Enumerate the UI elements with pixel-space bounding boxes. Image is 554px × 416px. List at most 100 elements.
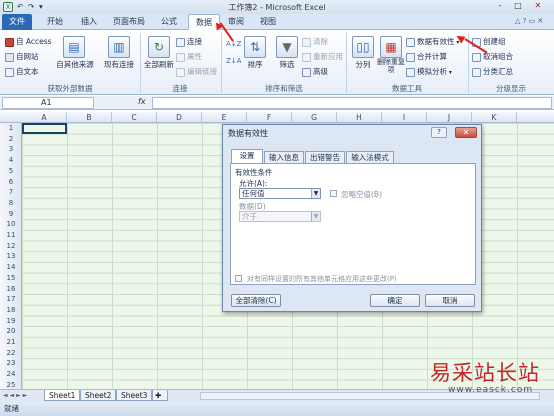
row-header-1[interactable]: 1	[0, 123, 22, 134]
refresh-all-button[interactable]: 全部刷新	[140, 60, 178, 69]
tab-home[interactable]: 开始	[40, 14, 70, 30]
row-header-11[interactable]: 11	[0, 230, 22, 241]
sheet-nav-icons[interactable]: ◄ ◄ ► ►	[3, 391, 27, 400]
sheet-tab-2[interactable]: Sheet2	[80, 390, 117, 401]
advanced-filter-button[interactable]: 高级	[302, 67, 328, 77]
consolidate-button[interactable]: 合并计算	[406, 52, 447, 62]
other-sources-button[interactable]: 自其他来源	[52, 60, 98, 69]
what-if-analysis-button[interactable]: 模拟分析 ▾	[406, 67, 452, 77]
row-header-16[interactable]: 16	[0, 284, 22, 295]
row-header-12[interactable]: 12	[0, 241, 22, 252]
text-file-icon	[5, 67, 14, 77]
column-header-k[interactable]: K	[472, 112, 517, 123]
row-header-20[interactable]: 20	[0, 326, 22, 337]
row-header-2[interactable]: 2	[0, 134, 22, 145]
edit-links-button[interactable]: 编辑链接	[176, 67, 217, 77]
ungroup-button[interactable]: 取消组合	[472, 52, 513, 62]
tab-insert[interactable]: 插入	[74, 14, 104, 30]
sort-icon: ⇅	[244, 36, 266, 58]
column-header-a[interactable]: A	[22, 112, 67, 123]
row-header-6[interactable]: 6	[0, 177, 22, 188]
text-to-columns-button[interactable]: 分列	[348, 60, 378, 69]
row-header-3[interactable]: 3	[0, 144, 22, 155]
watermark-url: www.easck.com	[448, 385, 534, 395]
row-header-17[interactable]: 17	[0, 294, 22, 305]
reapply-icon	[302, 52, 311, 62]
column-header-h[interactable]: H	[337, 112, 382, 123]
data-select[interactable]: 介于 ▼	[239, 211, 321, 222]
tab-settings[interactable]: 设置	[231, 149, 263, 164]
maximize-button[interactable]: □	[510, 0, 526, 12]
column-header-f[interactable]: F	[247, 112, 292, 123]
from-web-button[interactable]: 自网站	[5, 52, 39, 62]
access-icon	[5, 37, 14, 47]
formula-input[interactable]	[152, 97, 552, 109]
row-header-23[interactable]: 23	[0, 358, 22, 369]
active-cell[interactable]	[22, 123, 67, 134]
group-connections: 连接	[172, 84, 188, 93]
remove-duplicates-icon: ▦	[380, 36, 402, 58]
column-header-g[interactable]: G	[292, 112, 337, 123]
tab-view[interactable]: 视图	[254, 14, 282, 30]
reapply-button[interactable]: 重新应用	[302, 52, 343, 62]
ribbon-help-icons[interactable]: △ ? ▭ ✕	[515, 17, 549, 28]
clear-button[interactable]: 清除	[302, 37, 328, 47]
row-header-13[interactable]: 13	[0, 251, 22, 262]
remove-duplicates-button[interactable]: 删除重复项	[376, 58, 406, 74]
connections-button[interactable]: 连接	[176, 37, 202, 47]
row-header-7[interactable]: 7	[0, 187, 22, 198]
ok-button[interactable]: 确定	[370, 294, 420, 307]
existing-connections-button[interactable]: 现有连接	[100, 60, 138, 69]
row-header-9[interactable]: 9	[0, 209, 22, 220]
what-if-icon	[406, 67, 415, 77]
from-text-button[interactable]: 自文本	[5, 67, 39, 77]
column-header-e[interactable]: E	[202, 112, 247, 123]
column-header-d[interactable]: D	[157, 112, 202, 123]
filter-button[interactable]: 筛选	[272, 60, 302, 69]
name-box[interactable]: A1	[2, 97, 94, 109]
dialog-close-button[interactable]: ✕	[455, 127, 477, 138]
ignore-blank-checkbox[interactable]	[330, 190, 337, 197]
sheet-tab-3[interactable]: Sheet3	[116, 390, 153, 401]
help-button[interactable]: ?	[431, 127, 447, 138]
from-access-button[interactable]: 自 Access	[5, 37, 52, 47]
dialog-title: 数据有效性	[228, 129, 268, 138]
row-header-21[interactable]: 21	[0, 337, 22, 348]
row-header-10[interactable]: 10	[0, 219, 22, 230]
tab-formulas[interactable]: 公式	[154, 14, 184, 30]
sort-az-icon[interactable]: A↓Z	[226, 40, 241, 49]
row-header-8[interactable]: 8	[0, 198, 22, 209]
insert-sheet-icon[interactable]: ✚	[152, 390, 168, 401]
column-header-j[interactable]: J	[427, 112, 472, 123]
row-header-22[interactable]: 22	[0, 348, 22, 359]
row-header-14[interactable]: 14	[0, 262, 22, 273]
row-header-18[interactable]: 18	[0, 305, 22, 316]
sort-button[interactable]: 排序	[240, 60, 270, 69]
row-header-19[interactable]: 19	[0, 316, 22, 327]
minimize-button[interactable]: -	[492, 0, 508, 12]
tab-file[interactable]: 文件	[2, 14, 32, 30]
subtotal-button[interactable]: 分类汇总	[472, 67, 513, 77]
tab-review[interactable]: 审阅	[222, 14, 250, 30]
other-sources-icon: ▤	[63, 36, 85, 58]
tab-page-layout[interactable]: 页面布局	[108, 14, 150, 30]
properties-button[interactable]: 属性	[176, 52, 202, 62]
sheet-tab-1[interactable]: Sheet1	[44, 390, 81, 401]
insert-function-icon[interactable]: fx	[138, 97, 146, 106]
row-header-24[interactable]: 24	[0, 369, 22, 380]
edit-links-icon	[176, 67, 185, 77]
column-header-c[interactable]: C	[112, 112, 157, 123]
apply-all-checkbox[interactable]	[235, 275, 242, 282]
cancel-button[interactable]: 取消	[425, 294, 475, 307]
properties-icon	[176, 52, 185, 62]
column-header-i[interactable]: I	[382, 112, 427, 123]
close-window-button[interactable]: ✕	[530, 0, 546, 12]
column-header-b[interactable]: B	[67, 112, 112, 123]
clear-all-button[interactable]: 全部清除(C)	[231, 294, 281, 307]
row-header-5[interactable]: 5	[0, 166, 22, 177]
connections-icon	[176, 37, 185, 47]
data-validation-button[interactable]: 数据有效性 ▾	[406, 37, 459, 47]
row-header-15[interactable]: 15	[0, 273, 22, 284]
allow-select[interactable]: 任何值 ▼	[239, 188, 321, 199]
row-header-4[interactable]: 4	[0, 155, 22, 166]
